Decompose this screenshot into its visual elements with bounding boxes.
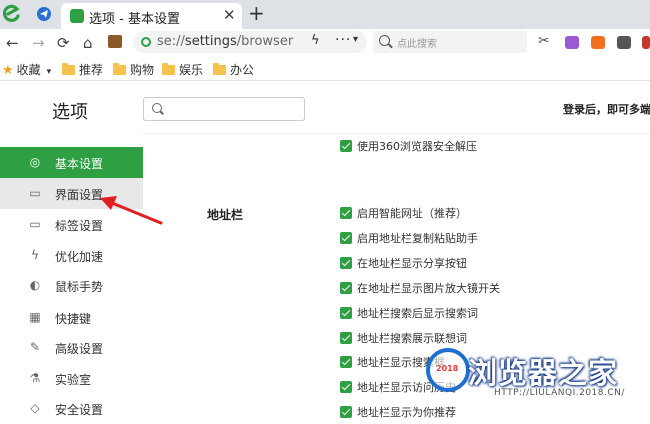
watermark-text: 浏览器之家 xyxy=(468,356,619,390)
watermark: 2018 浏览器之家 HTTP://LIULANQI.2018.CN/ xyxy=(420,348,650,423)
watermark-logo-icon: 2018 xyxy=(426,348,470,392)
watermark-url: HTTP://LIULANQI.2018.CN/ xyxy=(494,388,625,398)
